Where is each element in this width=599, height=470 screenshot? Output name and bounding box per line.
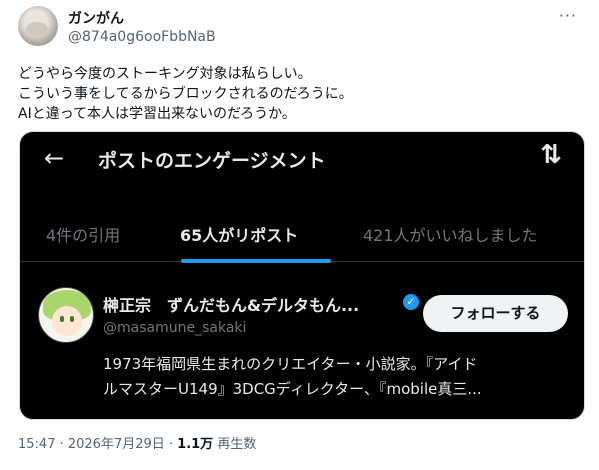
user-handle: @masamune_sakaki: [103, 320, 247, 336]
tweet-text: どうやら今度のストーキング対象は私らしい。 こういう事をしてるからブロックされる…: [18, 64, 578, 124]
tab-reposts: 65人がリポスト: [180, 226, 299, 245]
verified-badge-icon: ✓: [403, 294, 419, 310]
user-display-name: 榊正宗 ずんだもん&デルタもん...: [103, 296, 360, 315]
views-label: 再生数: [213, 437, 257, 452]
tweet-timestamp[interactable]: 15:47 · 2026年7月29日 ·: [18, 437, 177, 452]
follow-button: フォローする: [423, 295, 568, 332]
tweet-text-line: こういう事をしてるからブロックされるのだろうに。: [18, 86, 353, 102]
tab-likes: 421人がいいねしました: [363, 226, 538, 245]
tweet-text-line: どうやら今度のストーキング対象は私らしい。: [18, 66, 312, 82]
active-tab-indicator: [181, 259, 331, 263]
attached-screenshot[interactable]: ← ポストのエンゲージメント ⇅ 4件の引用 65人がリポスト 421人がいいね…: [19, 131, 585, 420]
user-bio-line: ルマスターU149』3DCGディレクター、『mobile真三...: [103, 380, 482, 398]
engagement-title: ポストのエンゲージメント: [98, 150, 326, 172]
tab-quotes: 4件の引用: [46, 226, 121, 245]
author-display-name[interactable]: ガンがん: [68, 8, 124, 28]
tweet-text-line: AIと違って本人は学習出来ないのだろうか。: [18, 106, 296, 122]
user-bio: 1973年福岡県生まれのクリエイター・小説家。『アイド ルマスターU149』3D…: [103, 352, 573, 402]
user-avatar: [38, 287, 94, 343]
engagement-tabs: 4件の引用 65人がリポスト 421人がいいねしました: [20, 212, 584, 262]
views-count: 1.1万: [177, 437, 214, 452]
arrow-left-icon: ←: [44, 144, 65, 172]
author-handle[interactable]: @874a0g6ooFbbNaB: [68, 29, 216, 45]
more-options-icon[interactable]: ···: [559, 6, 577, 25]
sort-arrows-icon: ⇅: [540, 140, 562, 170]
author-avatar[interactable]: [18, 6, 58, 46]
tweet-meta: 15:47 · 2026年7月29日 · 1.1万 再生数: [18, 433, 256, 452]
user-bio-line: 1973年福岡県生まれのクリエイター・小説家。『アイド: [103, 355, 478, 373]
